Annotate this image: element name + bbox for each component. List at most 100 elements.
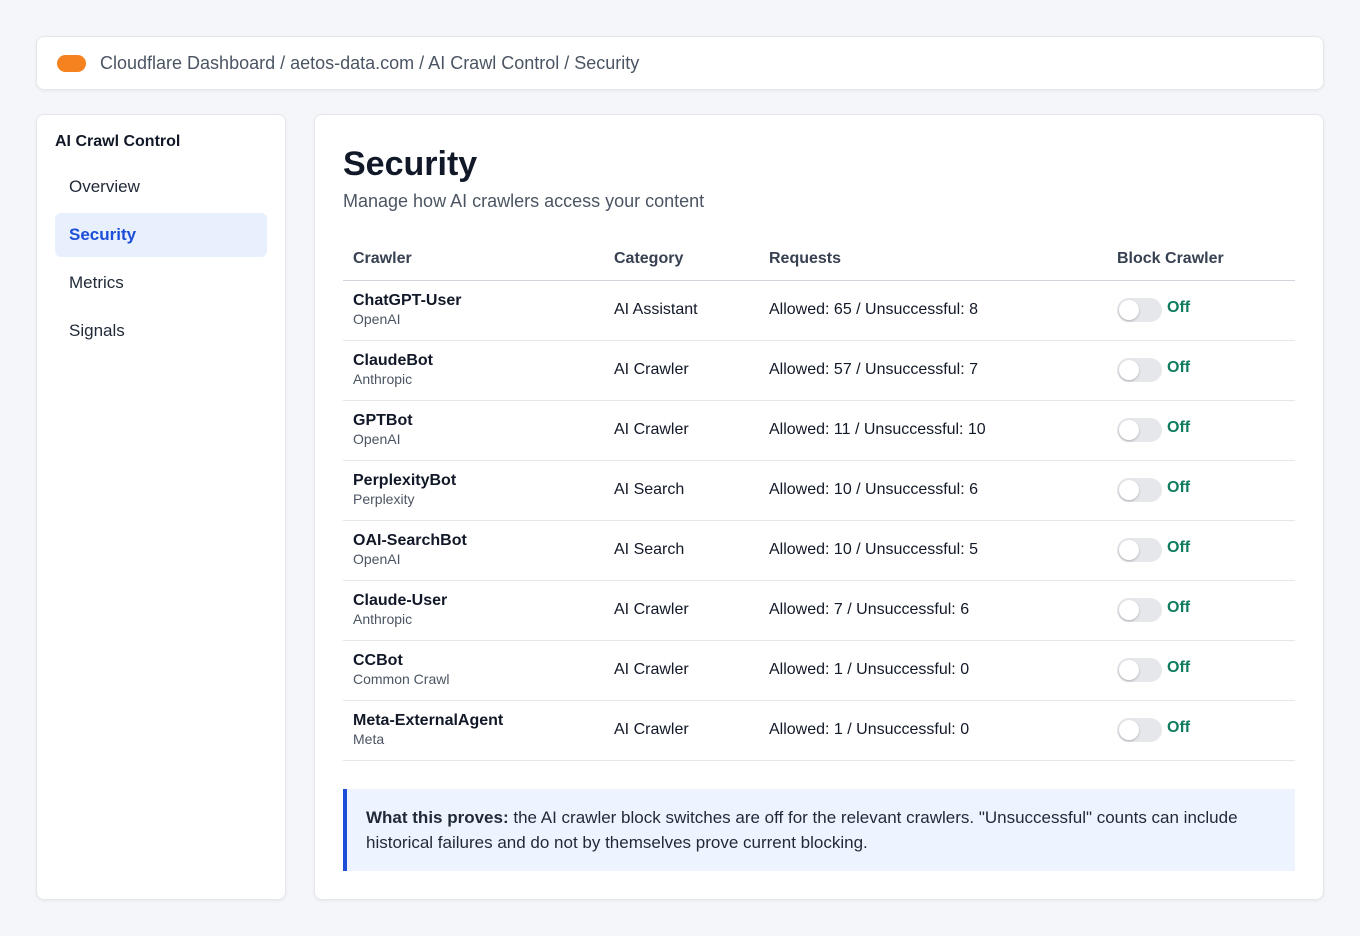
block-toggle-wrap: Off <box>1117 298 1295 322</box>
toggle-state-label: Off <box>1167 299 1191 316</box>
crawler-vendor: Perplexity <box>353 491 415 507</box>
block-crawler-toggle[interactable] <box>1117 718 1162 742</box>
breadcrumb[interactable]: Cloudflare Dashboard / aetos-data.com / … <box>100 53 639 74</box>
category-cell: AI Crawler <box>604 340 759 401</box>
block-toggle-wrap: Off <box>1117 418 1295 442</box>
block-toggle-wrap: Off <box>1117 478 1295 502</box>
crawler-vendor: OpenAI <box>353 551 401 567</box>
category-cell: AI Crawler <box>604 400 759 461</box>
block-crawler-toggle[interactable] <box>1117 478 1162 502</box>
toggle-state-label: Off <box>1167 479 1191 496</box>
crawler-cell: ChatGPT-User OpenAI <box>343 280 604 341</box>
table-row: Claude-User Anthropic AI Crawler Allowed: 7… <box>343 580 1295 641</box>
requests-cell: Allowed: 10 / Unsuccessful: 5 <box>759 520 1107 581</box>
crawler-name: Claude-User <box>353 592 448 609</box>
sidebar-title: AI Crawl Control <box>55 133 181 150</box>
block-crawler-toggle[interactable] <box>1117 598 1162 622</box>
toggle-knob <box>1119 420 1139 440</box>
category-cell: AI Crawler <box>604 640 759 701</box>
toggle-knob <box>1119 360 1139 380</box>
page-subtitle: Manage how AI crawlers access your conte… <box>343 191 705 211</box>
top-bar: Cloudflare Dashboard / aetos-data.com / … <box>36 36 1324 90</box>
crawler-vendor: Meta <box>353 731 385 747</box>
toggle-knob <box>1119 600 1139 620</box>
block-crawler-cell: Off <box>1107 340 1295 401</box>
crawler-vendor: Common Crawl <box>353 671 450 687</box>
crawler-name: CCBot <box>353 652 403 669</box>
crawler-vendor: OpenAI <box>353 431 401 447</box>
toggle-state-label: Off <box>1167 419 1191 436</box>
crawler-name: OAI-SearchBot <box>353 532 467 549</box>
category-cell: AI Assistant <box>604 280 759 341</box>
crawler-cell: OAI-SearchBot OpenAI <box>343 520 604 581</box>
requests-cell: Allowed: 65 / Unsuccessful: 8 <box>759 280 1107 341</box>
category-cell: AI Crawler <box>604 580 759 641</box>
crawler-cell: GPTBot OpenAI <box>343 400 604 461</box>
crawler-name: Meta-ExternalAgent <box>353 712 504 729</box>
toggle-state-label: Off <box>1167 599 1191 616</box>
cloudflare-logo-icon <box>57 54 86 72</box>
block-toggle-wrap: Off <box>1117 718 1295 742</box>
crawler-table: Crawler Category Requests Block Crawler … <box>343 238 1295 761</box>
block-crawler-cell: Off <box>1107 700 1295 761</box>
category-cell: AI Crawler <box>604 700 759 761</box>
toggle-knob <box>1119 480 1139 500</box>
requests-cell: Allowed: 11 / Unsuccessful: 10 <box>759 400 1107 461</box>
block-crawler-toggle[interactable] <box>1117 358 1162 382</box>
toggle-state-label: Off <box>1167 359 1191 376</box>
toggle-knob <box>1119 660 1139 680</box>
crawler-vendor: Anthropic <box>353 611 413 627</box>
block-toggle-wrap: Off <box>1117 598 1295 622</box>
block-crawler-cell: Off <box>1107 640 1295 701</box>
sidebar-item-metrics[interactable]: Metrics <box>55 261 267 305</box>
toggle-state-label: Off <box>1167 719 1191 736</box>
crawler-name: GPTBot <box>353 412 413 429</box>
requests-cell: Allowed: 57 / Unsuccessful: 7 <box>759 340 1107 401</box>
column-header-requests: Requests <box>759 238 1107 281</box>
block-crawler-cell: Off <box>1107 580 1295 641</box>
crawler-cell: PerplexityBot Perplexity <box>343 460 604 521</box>
crawler-cell: Meta-ExternalAgent Meta <box>343 700 604 761</box>
requests-cell: Allowed: 1 / Unsuccessful: 0 <box>759 700 1107 761</box>
sidebar-item-security[interactable]: Security <box>55 213 267 257</box>
table-row: GPTBot OpenAI AI Crawler Allowed: 11 / Unsu… <box>343 400 1295 461</box>
page-title: Security <box>343 145 478 183</box>
crawler-vendor: OpenAI <box>353 311 401 327</box>
block-toggle-wrap: Off <box>1117 658 1295 682</box>
column-header-crawler: Crawler <box>343 238 604 281</box>
block-toggle-wrap: Off <box>1117 358 1295 382</box>
table-row: Meta-ExternalAgent Meta AI Crawler Allowed:… <box>343 700 1295 761</box>
table-row: OAI-SearchBot OpenAI AI Search Allowed: 10 … <box>343 520 1295 581</box>
block-crawler-toggle[interactable] <box>1117 658 1162 682</box>
sidebar-item-signals[interactable]: Signals <box>55 309 267 353</box>
block-crawler-cell: Off <box>1107 460 1295 521</box>
toggle-state-label: Off <box>1167 659 1191 676</box>
toggle-state-label: Off <box>1167 539 1191 556</box>
crawler-name: PerplexityBot <box>353 472 457 489</box>
table-row: CCBot Common Crawl AI Crawler Allowed: 1 / … <box>343 640 1295 701</box>
info-note: What this proves: the AI crawler block s… <box>343 788 1295 871</box>
crawler-name: ChatGPT-User <box>353 292 462 309</box>
block-crawler-cell: Off <box>1107 280 1295 341</box>
table-row: ClaudeBot Anthropic AI Crawler Allowed: 57 … <box>343 340 1295 401</box>
table-row: ChatGPT-User OpenAI AI Assistant Allowed: 6… <box>343 280 1295 341</box>
block-crawler-toggle[interactable] <box>1117 538 1162 562</box>
block-crawler-cell: Off <box>1107 520 1295 581</box>
note-lead: What this proves: <box>366 807 509 827</box>
sidebar-item-overview[interactable]: Overview <box>55 165 267 209</box>
requests-cell: Allowed: 1 / Unsuccessful: 0 <box>759 640 1107 701</box>
column-header-category: Category <box>604 238 759 281</box>
crawler-cell: ClaudeBot Anthropic <box>343 340 604 401</box>
toggle-knob <box>1119 300 1139 320</box>
category-cell: AI Search <box>604 460 759 521</box>
block-crawler-toggle[interactable] <box>1117 418 1162 442</box>
block-toggle-wrap: Off <box>1117 538 1295 562</box>
toggle-knob <box>1119 540 1139 560</box>
toggle-knob <box>1119 720 1139 740</box>
requests-cell: Allowed: 10 / Unsuccessful: 6 <box>759 460 1107 521</box>
table-row: PerplexityBot Perplexity AI Search Allowed:… <box>343 460 1295 521</box>
block-crawler-toggle[interactable] <box>1117 298 1162 322</box>
column-header-block-crawler: Block Crawler <box>1107 238 1295 281</box>
table-header-row: Crawler Category Requests Block Crawler <box>343 238 1295 281</box>
main-panel: Security Manage how AI crawlers access y… <box>314 114 1324 900</box>
